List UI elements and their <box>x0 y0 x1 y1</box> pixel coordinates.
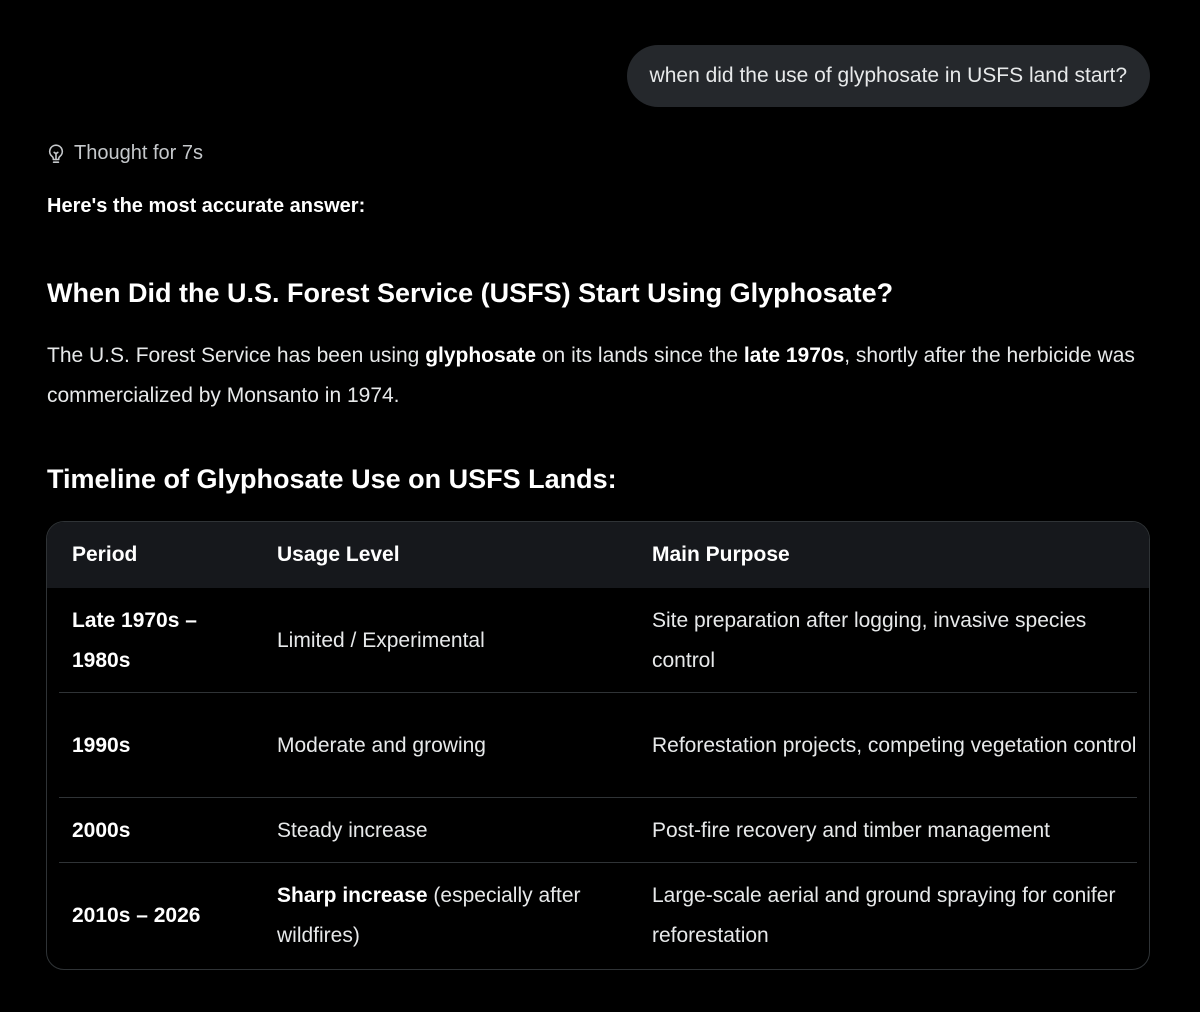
table-row: 2000s Steady increase Post-fire recovery… <box>47 798 1149 863</box>
header-period: Period <box>72 543 138 566</box>
table-row: 2010s – 2026 Sharp increase (especially … <box>47 863 1149 969</box>
table-row: Late 1970s – 1980s Limited / Experimenta… <box>47 588 1149 693</box>
usage-text: Steady increase <box>277 818 428 842</box>
paragraph-bold-late-1970s: late 1970s <box>743 344 845 367</box>
usage-text: Moderate and growing <box>277 733 486 757</box>
timeline-table: Period Usage Level Main Purpose Late 197… <box>46 521 1150 970</box>
header-main-purpose: Main Purpose <box>652 543 790 566</box>
cell-period: 2010s – 2026 <box>72 904 201 927</box>
usage-text: Limited / Experimental <box>277 628 485 652</box>
user-message-bubble: when did the use of glyphosate in USFS l… <box>626 45 1150 107</box>
timeline-heading: Timeline of Glyphosate Use on USFS Lands… <box>47 464 617 494</box>
cell-usage: Limited / Experimental <box>277 588 607 693</box>
paragraph-text: The U.S. Forest Service has been using <box>47 344 426 367</box>
paragraph-text: on its lands since the <box>536 344 744 367</box>
cell-usage: Moderate and growing <box>277 693 607 798</box>
usage-bold-text: Sharp increase <box>277 884 428 907</box>
answer-heading: When Did the U.S. Forest Service (USFS) … <box>47 278 894 308</box>
thought-toggle[interactable]: Thought for 7s <box>46 142 203 165</box>
cell-period: 1990s <box>72 733 131 757</box>
thought-label: Thought for 7s <box>74 142 203 164</box>
cell-purpose: Reforestation projects, competing vegeta… <box>652 733 1137 757</box>
cell-usage: Steady increase <box>277 798 607 863</box>
cell-usage: Sharp increase (especially after wildfir… <box>277 863 607 969</box>
header-usage-level: Usage Level <box>277 543 400 566</box>
answer-paragraph: The U.S. Forest Service has been using g… <box>47 336 1147 416</box>
answer-lead: Here's the most accurate answer: <box>47 195 366 217</box>
cell-purpose: Large-scale aerial and ground spraying f… <box>652 884 1116 947</box>
cell-period: Late 1970s – 1980s <box>72 608 197 672</box>
table-header: Period Usage Level Main Purpose <box>47 522 1149 588</box>
paragraph-bold-glyphosate: glyphosate <box>425 344 537 367</box>
cell-purpose: Post-fire recovery and timber management <box>652 818 1051 842</box>
cell-period: 2000s <box>72 818 131 842</box>
lightbulb-icon <box>46 143 66 165</box>
table-row: 1990s Moderate and growing Reforestation… <box>47 693 1149 798</box>
cell-purpose: Site preparation after logging, invasive… <box>652 608 1087 672</box>
